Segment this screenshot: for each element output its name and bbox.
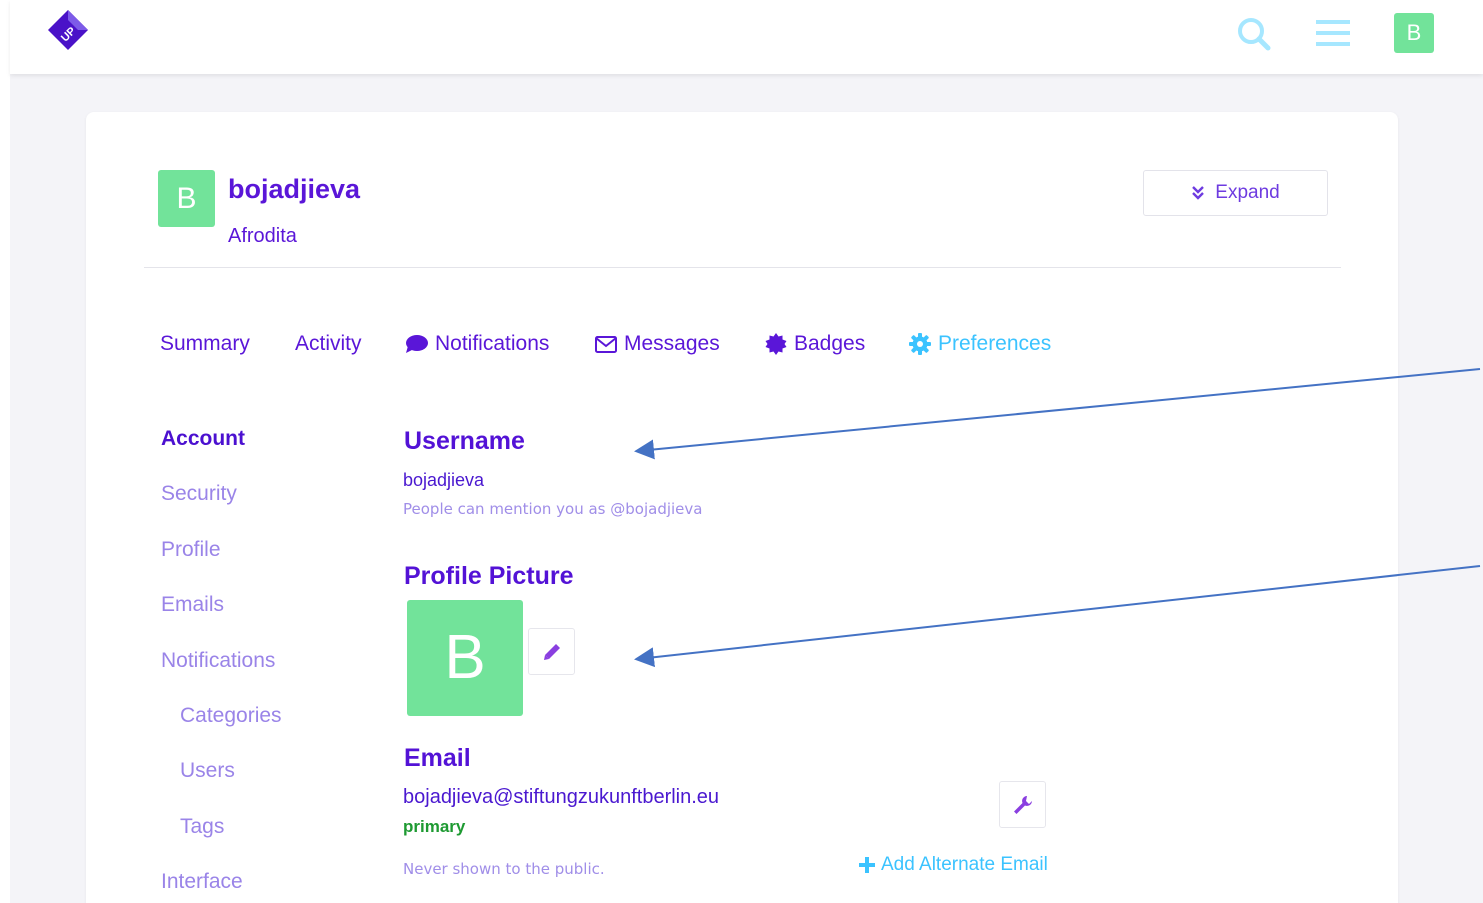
sidenav-security[interactable]: Security: [161, 482, 237, 506]
user-preferences-card: B bojadjieva Afrodita Expand Summary Act…: [86, 112, 1398, 903]
search-icon[interactable]: [1236, 16, 1272, 57]
tab-notifications[interactable]: Notifications: [405, 332, 549, 356]
tab-messages[interactable]: Messages: [595, 332, 720, 356]
add-alternate-email-link[interactable]: Add Alternate Email: [859, 854, 1048, 876]
double-chevron-down-icon: [1192, 186, 1205, 200]
tab-activity[interactable]: Activity: [295, 332, 362, 356]
tab-messages-label: Messages: [624, 332, 720, 355]
site-logo[interactable]: UP: [46, 8, 90, 56]
username-heading: Username: [404, 427, 525, 455]
cog-icon: [909, 333, 931, 355]
left-edge: [0, 0, 10, 903]
tab-badges-label: Badges: [794, 332, 866, 355]
sidenav-interface[interactable]: Interface: [161, 870, 243, 894]
user-avatar[interactable]: B: [158, 170, 215, 227]
expand-label: Expand: [1215, 182, 1280, 203]
envelope-icon: [595, 335, 617, 353]
sidenav-tags[interactable]: Tags: [180, 815, 224, 839]
tab-activity-label: Activity: [295, 332, 362, 355]
add-alternate-email-label: Add Alternate Email: [881, 854, 1048, 875]
tab-summary[interactable]: Summary: [160, 332, 250, 356]
top-header: UP B: [10, 0, 1483, 74]
header-divider: [144, 267, 1341, 268]
profile-full-name: Afrodita: [228, 225, 297, 247]
sidenav-categories[interactable]: Categories: [180, 704, 282, 728]
tab-preferences[interactable]: Preferences: [909, 332, 1051, 356]
sidenav-profile[interactable]: Profile: [161, 538, 221, 562]
tab-notifications-label: Notifications: [435, 332, 550, 355]
tab-badges[interactable]: Badges: [765, 332, 865, 356]
edit-email-button[interactable]: [999, 781, 1046, 828]
primary-email-label: primary: [403, 817, 466, 836]
tab-summary-label: Summary: [160, 332, 250, 355]
sidenav-emails[interactable]: Emails: [161, 593, 224, 617]
comment-icon: [406, 335, 428, 353]
certificate-icon: [765, 333, 787, 355]
current-user-avatar[interactable]: B: [1394, 13, 1434, 53]
email-heading: Email: [404, 744, 471, 772]
sidenav-notifications[interactable]: Notifications: [161, 649, 275, 673]
email-value: bojadjieva@stiftungzukunftberlin.eu: [403, 786, 720, 808]
profile-picture-heading: Profile Picture: [404, 562, 574, 590]
wrench-icon: [1013, 795, 1032, 814]
username-value: bojadjieva: [403, 470, 485, 490]
profile-picture-avatar: B: [407, 600, 523, 716]
hamburger-menu-icon[interactable]: [1316, 18, 1350, 53]
plus-icon: [859, 857, 875, 873]
sidenav-users[interactable]: Users: [180, 759, 235, 783]
pencil-icon: [543, 643, 560, 660]
tab-preferences-label: Preferences: [938, 332, 1052, 355]
expand-button[interactable]: Expand: [1143, 170, 1328, 216]
email-hint: Never shown to the public.: [403, 860, 605, 878]
edit-picture-button[interactable]: [528, 628, 575, 675]
username-hint: People can mention you as @bojadjieva: [403, 500, 703, 518]
profile-username: bojadjieva: [228, 174, 361, 204]
sidenav-account[interactable]: Account: [161, 427, 245, 451]
